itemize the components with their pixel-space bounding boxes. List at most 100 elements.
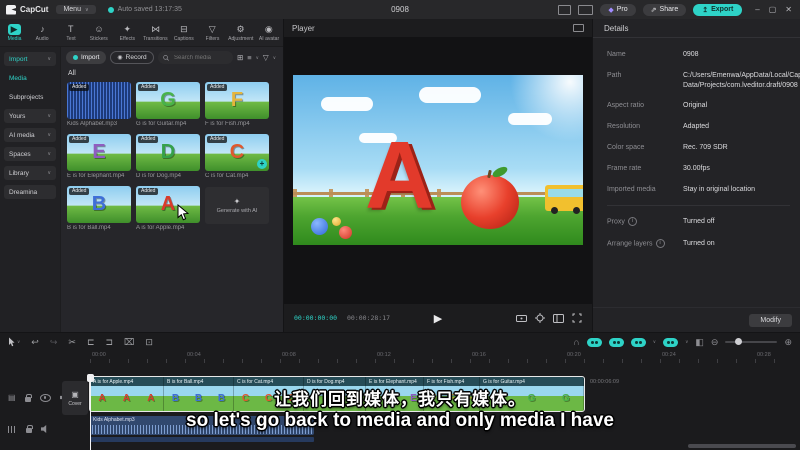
tool-tab[interactable]: ⊟ Captions bbox=[170, 19, 198, 46]
media-thumbnail[interactable]: A Added bbox=[136, 186, 200, 223]
tool-tab[interactable]: ▶ Media bbox=[0, 19, 28, 46]
sidebar-item[interactable]: Spaces ∨ bbox=[4, 147, 56, 161]
link-toggle[interactable] bbox=[586, 337, 602, 347]
import-button[interactable]: Import bbox=[66, 51, 107, 64]
chevron-down-icon: ∨ bbox=[272, 54, 276, 60]
tool-tab[interactable]: ✦ Effects bbox=[113, 19, 141, 46]
tool-tab[interactable]: ⋈ Transitions bbox=[141, 19, 169, 46]
panel-layout-icon[interactable] bbox=[578, 4, 594, 15]
timeline-zoom-slider[interactable] bbox=[725, 338, 778, 345]
export-button[interactable]: ↥ Export bbox=[693, 3, 743, 16]
sidebar-item[interactable]: Yours ∨ bbox=[4, 109, 56, 123]
details-toggle-row[interactable]: Proxy i Turned off bbox=[607, 217, 790, 227]
redo-button[interactable]: ↪ bbox=[50, 337, 58, 348]
fullscreen-icon[interactable] bbox=[572, 313, 582, 323]
horizontal-scrollbar[interactable] bbox=[688, 444, 796, 448]
select-tool-button[interactable]: ∨ bbox=[8, 337, 20, 347]
delete-left-button[interactable]: ⊏ bbox=[87, 337, 95, 348]
yellow-ball bbox=[332, 217, 341, 226]
media-thumbnail[interactable]: C Added + bbox=[205, 134, 269, 171]
zoom-in-icon[interactable]: ⊕ bbox=[784, 337, 792, 348]
audio-clip-secondary[interactable] bbox=[90, 437, 314, 442]
export-icon: ↥ bbox=[702, 6, 709, 14]
chevron-down-icon: ∨ bbox=[652, 339, 657, 344]
media-filename: G is for Guitar.mp4 bbox=[136, 121, 187, 127]
delete-button[interactable]: ⌧ bbox=[124, 337, 134, 348]
filter-icon[interactable]: ▽ bbox=[263, 53, 269, 62]
ratio-icon[interactable] bbox=[553, 313, 564, 323]
media-thumbnail[interactable]: D Added bbox=[136, 134, 200, 171]
menu-button[interactable]: Menu ∨ bbox=[56, 5, 96, 14]
pro-button[interactable]: ◆ Pro bbox=[600, 3, 636, 16]
record-button[interactable]: ◉ Record bbox=[110, 51, 154, 64]
tool-tab[interactable]: T Text bbox=[57, 19, 85, 46]
crop-button[interactable]: ⊡ bbox=[145, 337, 153, 348]
media-thumbnail[interactable]: B Added bbox=[67, 186, 131, 223]
tool-tab[interactable]: ☺ Stickers bbox=[85, 19, 113, 46]
media-thumbnail[interactable]: Added bbox=[67, 82, 131, 119]
preview-quality-icon[interactable] bbox=[535, 313, 545, 323]
sidebar-item[interactable]: AI media ∨ bbox=[4, 128, 56, 142]
tool-tab[interactable]: ◉ AI avatar bbox=[255, 19, 283, 46]
sort-icon[interactable]: ≡ bbox=[247, 53, 251, 62]
player-display-icon[interactable] bbox=[573, 24, 584, 32]
generate-with-ai-tile[interactable]: ✦ Generate with AI bbox=[205, 187, 269, 224]
add-to-timeline-button[interactable]: + bbox=[257, 159, 267, 169]
media-card[interactable]: C Added + C is for Cat.mp4 bbox=[205, 134, 269, 179]
mask-icon[interactable]: ◧ bbox=[695, 337, 704, 348]
zoom-slider-knob[interactable] bbox=[735, 338, 743, 345]
split-button[interactable]: ✂ bbox=[68, 337, 76, 348]
player-stage: A bbox=[284, 37, 592, 304]
chevron-down-icon: ∨ bbox=[17, 339, 21, 344]
minimize-button[interactable]: – bbox=[755, 5, 759, 14]
share-button[interactable]: ⇗ Share bbox=[642, 3, 687, 16]
media-card[interactable]: E Added E is for Elephant.mp4 bbox=[67, 134, 131, 179]
subtitle-chinese: 让我们回到媒体，我只有媒体。 bbox=[274, 390, 526, 409]
details-toggle-row[interactable]: Arrange layers i Turned on bbox=[607, 238, 790, 249]
timeline-ruler[interactable]: 00:00 00:04 00:08 00:12 00:16 00:20 00:24 00:28 bbox=[0, 351, 800, 363]
layout-toggle-icon[interactable] bbox=[558, 4, 572, 15]
snap-toggle[interactable] bbox=[608, 337, 624, 347]
close-button[interactable]: ✕ bbox=[785, 5, 792, 14]
divider bbox=[607, 205, 790, 207]
search-box[interactable] bbox=[157, 51, 233, 64]
sidebar-item[interactable]: Media bbox=[4, 71, 56, 85]
maximize-button[interactable]: ▢ bbox=[769, 5, 777, 14]
ruler-tick-label: 00:28 bbox=[757, 352, 771, 358]
details-row: Resolution Adapted bbox=[607, 123, 710, 131]
media-thumbnail[interactable]: G Added bbox=[136, 82, 200, 119]
media-card[interactable]: Added Kids Alphabet.mp3 bbox=[67, 82, 131, 127]
sidebar-item[interactable]: Subprojects bbox=[4, 90, 56, 104]
sidebar-item[interactable]: Import ∨ bbox=[4, 52, 56, 66]
modify-button[interactable]: Modify bbox=[749, 314, 792, 327]
media-thumbnail[interactable]: E Added bbox=[67, 134, 131, 171]
media-thumbnail[interactable]: F Added bbox=[205, 82, 269, 119]
undo-button[interactable]: ↩ bbox=[31, 337, 39, 348]
preview-axis-toggle[interactable] bbox=[630, 337, 646, 347]
zoom-out-icon[interactable]: ⊖ bbox=[711, 337, 719, 348]
captions-toggle[interactable] bbox=[663, 337, 679, 347]
media-filename: D is for Dog.mp4 bbox=[136, 173, 182, 179]
tool-tab[interactable]: ♪ Audio bbox=[28, 19, 56, 46]
media-card[interactable]: B Added B is for Ball.mp4 bbox=[67, 186, 131, 231]
tool-tab[interactable]: ▽ Filters bbox=[198, 19, 226, 46]
projection-icon[interactable] bbox=[516, 314, 527, 323]
tab-icon: T bbox=[67, 23, 74, 34]
search-input[interactable] bbox=[172, 53, 228, 62]
video-preview[interactable]: A bbox=[293, 75, 583, 245]
ruler-tick-label: 00:16 bbox=[472, 352, 486, 358]
media-card[interactable]: G Added G is for Guitar.mp4 bbox=[136, 82, 200, 127]
media-card[interactable]: D Added D is for Dog.mp4 bbox=[136, 134, 200, 179]
media-filename: B is for Ball.mp4 bbox=[67, 225, 111, 231]
delete-right-button[interactable]: ⊐ bbox=[105, 337, 113, 348]
sidebar-item[interactable]: Library ∨ bbox=[4, 166, 56, 180]
grid-view-icon[interactable]: ⊞ bbox=[237, 53, 243, 62]
media-card[interactable]: F Added F is for Fish.mp4 bbox=[205, 82, 269, 127]
play-button[interactable]: ▶ bbox=[434, 312, 442, 325]
sidebar-item[interactable]: Dreamina bbox=[4, 185, 56, 199]
ruler-tick-label: 00:04 bbox=[187, 352, 201, 358]
tool-tab[interactable]: ⚙ Adjustment bbox=[226, 19, 254, 46]
media-card[interactable]: A Added A is for Apple.mp4 bbox=[136, 186, 200, 231]
magnet-icon[interactable]: ∩ bbox=[573, 337, 579, 347]
app-name: CapCut bbox=[20, 5, 49, 14]
